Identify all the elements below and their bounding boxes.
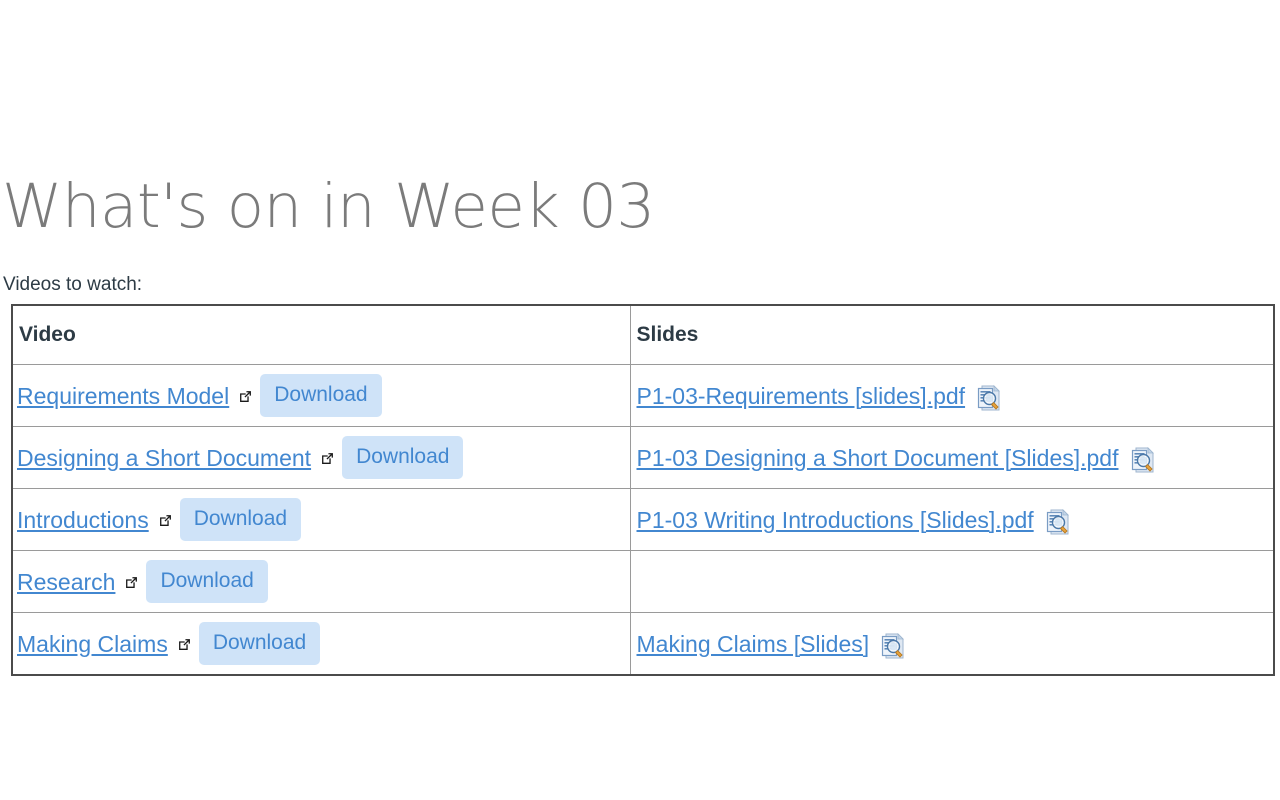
- document-preview-icon[interactable]: [977, 384, 1001, 411]
- document-preview-icon[interactable]: [1046, 508, 1070, 535]
- videos-table: Video Slides Requirements Model Download…: [11, 304, 1275, 676]
- document-preview-icon[interactable]: [1131, 446, 1155, 473]
- video-cell: Designing a Short Document Download: [11, 426, 631, 489]
- document-preview-icon[interactable]: [881, 632, 905, 659]
- page-root: What's on in Week 03 Videos to watch: Vi…: [0, 0, 1280, 800]
- video-cell: Requirements Model Download: [11, 364, 631, 427]
- video-link[interactable]: Research: [17, 568, 115, 596]
- video-cell-content: Requirements Model Download: [17, 374, 626, 417]
- video-cell: Research Download: [11, 550, 631, 613]
- slides-cell-empty: [635, 551, 1270, 612]
- external-link-icon: [124, 575, 139, 590]
- video-link[interactable]: Designing a Short Document: [17, 444, 311, 472]
- external-link-icon: [320, 451, 335, 466]
- slides-cell: [629, 550, 1275, 613]
- video-cell-content: Introductions Download: [17, 498, 626, 541]
- table-row: Requirements Model Download P1-03-Require…: [11, 364, 1275, 427]
- download-button[interactable]: Download: [146, 560, 268, 603]
- slides-link[interactable]: P1-03 Designing a Short Document [Slides…: [635, 444, 1119, 472]
- download-button[interactable]: Download: [342, 436, 464, 479]
- external-link-icon: [177, 637, 192, 652]
- external-link-icon: [158, 513, 173, 528]
- table-header-row: Video Slides: [11, 304, 1275, 365]
- slides-cell-content: Making Claims [Slides]: [635, 630, 1270, 658]
- download-button[interactable]: Download: [179, 498, 302, 541]
- table-row: Designing a Short Document Download P1-03…: [11, 426, 1275, 489]
- page-title: What's on in Week 03: [2, 170, 655, 242]
- table-row: Introductions Download P1-03 Writing Intr…: [11, 488, 1275, 551]
- slides-link[interactable]: Making Claims [Slides]: [635, 630, 870, 658]
- download-button[interactable]: Download: [198, 622, 321, 665]
- table-head: Video Slides: [11, 304, 1275, 365]
- column-header-video: Video: [11, 304, 631, 365]
- table-body: Requirements Model Download P1-03-Require…: [11, 364, 1275, 676]
- table-row: Research Download: [11, 550, 1275, 613]
- slides-link[interactable]: P1-03-Requirements [slides].pdf: [635, 382, 966, 410]
- download-button[interactable]: Download: [260, 374, 382, 417]
- video-cell-content: Designing a Short Document Download: [17, 436, 626, 479]
- video-cell-content: Making Claims Download: [17, 622, 626, 665]
- video-cell-content: Research Download: [17, 560, 626, 603]
- video-cell: Making Claims Download: [11, 612, 631, 676]
- slides-cell: P1-03 Writing Introductions [Slides].pdf: [629, 488, 1275, 551]
- slides-cell-content: P1-03 Designing a Short Document [Slides…: [635, 444, 1270, 472]
- video-link[interactable]: Making Claims: [17, 630, 168, 658]
- slides-cell-content: P1-03 Writing Introductions [Slides].pdf: [635, 506, 1270, 534]
- table-row: Making Claims Download Making Claims [Sli…: [11, 612, 1275, 676]
- slides-cell: Making Claims [Slides]: [629, 612, 1275, 676]
- video-link[interactable]: Requirements Model: [17, 382, 229, 410]
- slides-cell: P1-03 Designing a Short Document [Slides…: [629, 426, 1275, 489]
- video-cell: Introductions Download: [11, 488, 631, 551]
- slides-link[interactable]: P1-03 Writing Introductions [Slides].pdf: [635, 506, 1034, 534]
- slides-cell-content: P1-03-Requirements [slides].pdf: [635, 382, 1270, 410]
- column-header-slides: Slides: [629, 304, 1275, 365]
- intro-paragraph: Videos to watch:: [3, 274, 143, 295]
- video-link[interactable]: Introductions: [17, 506, 149, 534]
- slides-cell: P1-03-Requirements [slides].pdf: [629, 364, 1275, 427]
- external-link-icon: [238, 389, 253, 404]
